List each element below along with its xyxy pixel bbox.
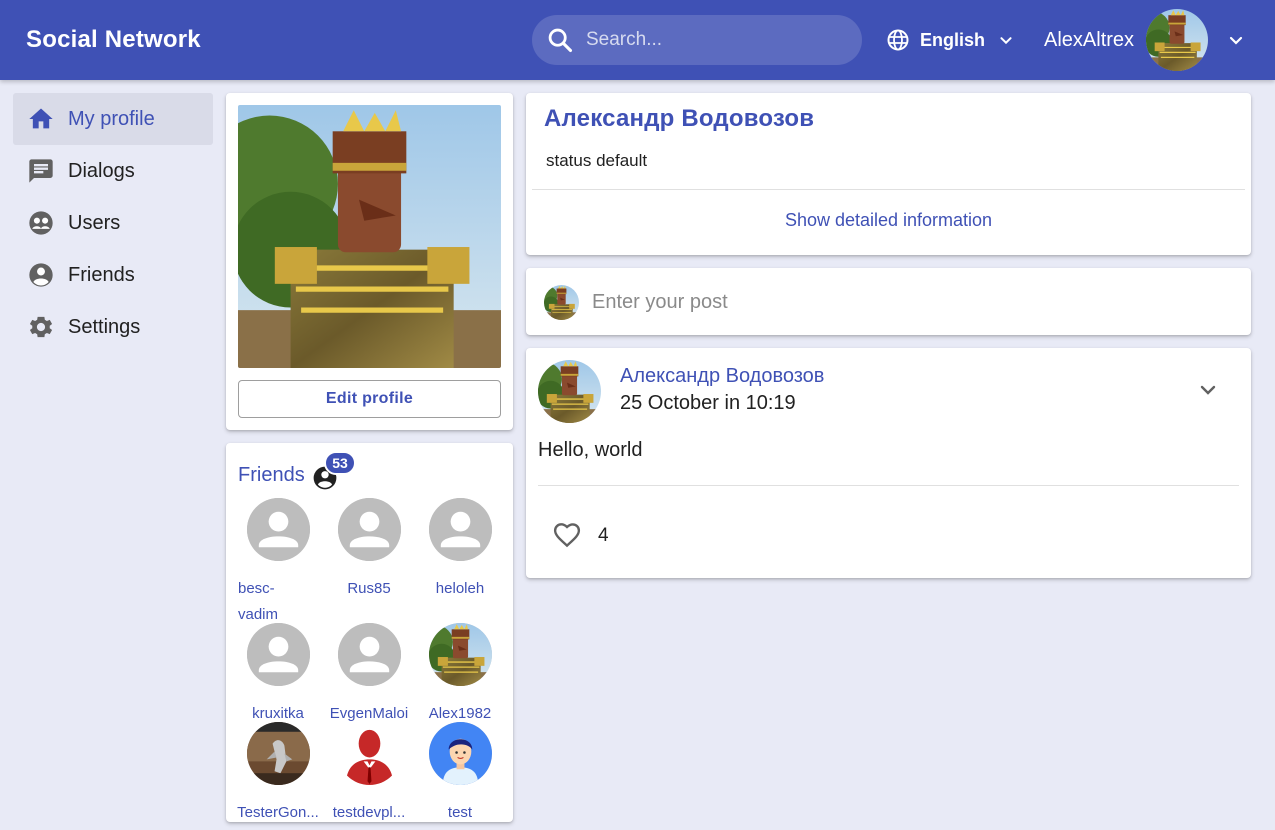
divider [538,485,1239,486]
sidebar-item-my-profile[interactable]: My profile [13,93,213,145]
avatar [428,498,492,561]
username-label: AlexAltrex [1044,28,1135,51]
friends-title[interactable]: Friends [238,464,305,487]
new-post-input[interactable] [592,284,1212,320]
avatar [246,623,310,686]
friend-item[interactable]: Alex1982 [416,623,504,727]
account-circle-icon [29,263,53,287]
chevron-down-icon[interactable] [1196,378,1220,402]
post-date: 25 October in 10:19 [620,392,796,414]
sidebar-item-label: Settings [68,315,141,338]
friend-item[interactable]: besc-vadim [234,498,322,628]
sidebar-item-dialogs[interactable]: Dialogs [13,145,213,197]
post-author[interactable]: Александр Водовозов [620,365,824,388]
sidebar-item-friends[interactable]: Friends [13,249,213,301]
avatar [246,498,310,561]
friend-item[interactable]: Rus85 [325,498,413,602]
profile-avatar-card: Edit profile [226,93,513,430]
friend-item[interactable]: heloleh [416,498,504,602]
avatar [246,722,310,785]
search-input[interactable] [586,29,836,51]
home-icon [29,108,53,129]
avatar [428,722,492,785]
sidebar-item-label: Dialogs [68,159,135,182]
chevron-down-icon [1229,36,1243,45]
sidebar-item-label: Friends [68,263,135,286]
app-title[interactable]: Social Network [26,26,201,54]
friend-item[interactable]: kruxitka [234,623,322,727]
sidebar: My profile Dialogs Users Friends Setting… [13,93,213,353]
profile-name: Александр Водовозов [544,105,815,132]
avatar [538,360,601,423]
new-post-card [526,268,1251,335]
language-selector[interactable]: English [886,28,1017,52]
like-count: 4 [598,525,609,546]
heart-icon[interactable] [552,520,582,550]
friend-name: besc-vadim [238,580,279,623]
globe-icon [887,29,909,51]
friend-name: testdevpl... [332,804,406,821]
friend-item[interactable]: test [416,722,504,826]
show-details-link[interactable]: Show detailed information [526,210,1251,231]
friend-item[interactable]: testdevpl... [325,722,413,826]
avatar [337,498,401,561]
app-bar: Social Network English AlexAltrex [0,0,1275,80]
user-avatar [1146,9,1209,71]
language-label: English [920,29,986,50]
post-card: Александр Водовозов 25 October in 10:19 … [526,348,1251,578]
divider [532,189,1245,190]
sidebar-item-users[interactable]: Users [13,197,213,249]
profile-photo [238,105,501,368]
search-icon [548,28,573,53]
avatar [337,623,401,686]
friend-item[interactable]: TesterGon... [234,722,322,826]
search-box[interactable] [532,15,862,65]
friends-card: Friends 53 besc-vadim Rus85 heloleh krux… [226,443,513,822]
chevron-down-icon [1000,37,1012,45]
avatar [337,722,401,785]
gear-icon [29,316,53,338]
friend-item[interactable]: EvgenMaloi [325,623,413,727]
sidebar-item-settings[interactable]: Settings [13,301,213,353]
profile-info-card: Александр Водовозов status default Show … [526,93,1251,255]
friend-name: test [447,804,473,821]
post-text: Hello, world [538,439,643,461]
avatar [544,285,579,320]
sidebar-item-label: My profile [68,107,155,130]
friend-name: TesterGon... [237,804,319,821]
profile-status[interactable]: status default [546,151,647,171]
users-icon [29,211,53,235]
user-menu[interactable]: AlexAltrex [1044,9,1248,71]
friend-name: Rus85 [347,580,391,597]
avatar [428,623,492,686]
chat-icon [29,159,53,183]
friends-count-badge: 53 [324,451,356,475]
sidebar-item-label: Users [68,211,121,234]
friend-name: heloleh [435,580,485,597]
edit-profile-button[interactable]: Edit profile [238,380,501,418]
